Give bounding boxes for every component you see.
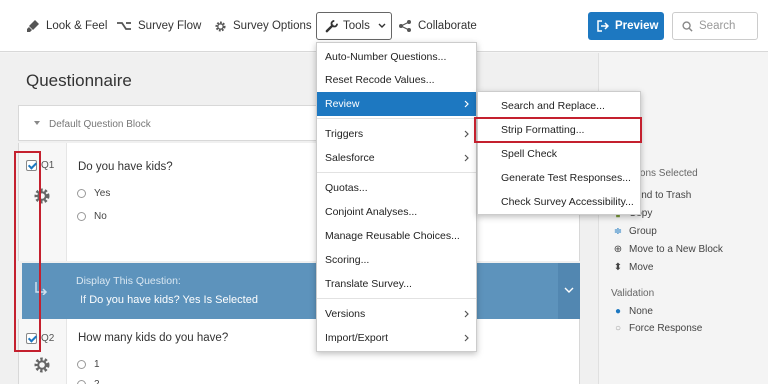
plus-circle-icon: ⊕ bbox=[613, 244, 623, 255]
radio-selected-icon[interactable]: ● bbox=[613, 306, 623, 317]
chevron-down-icon bbox=[378, 23, 386, 28]
choice-label: Yes bbox=[94, 188, 111, 199]
group-action[interactable]: ≑ Group bbox=[613, 226, 657, 237]
submenu-item-spell-check[interactable]: Spell Check bbox=[478, 142, 640, 166]
search-field[interactable] bbox=[672, 12, 758, 40]
display-logic-bar[interactable]: Display This Question: If Do you have ki… bbox=[22, 263, 580, 319]
choice-item[interactable]: Yes bbox=[77, 188, 110, 199]
tools-label: Tools bbox=[343, 20, 370, 32]
choice-item[interactable]: No bbox=[77, 211, 107, 222]
menu-item-reset-recode-values[interactable]: Reset Recode Values... bbox=[317, 68, 476, 92]
chevron-right-icon bbox=[464, 154, 469, 162]
menu-item-manage-reusable-choices[interactable]: Manage Reusable Choices... bbox=[317, 224, 476, 248]
chevron-right-icon bbox=[464, 130, 469, 138]
survey-flow-button[interactable]: Survey Flow bbox=[116, 16, 201, 36]
submenu-item-search-and-replace[interactable]: Search and Replace... bbox=[478, 94, 640, 118]
menu-divider bbox=[317, 118, 476, 119]
chevron-right-icon bbox=[464, 100, 469, 108]
action-label: Group bbox=[629, 226, 657, 237]
choice-item[interactable]: 2 bbox=[77, 379, 100, 384]
checkbox-highlight-annotation bbox=[14, 151, 41, 352]
strip-formatting-highlight-annotation bbox=[474, 117, 642, 143]
radio-button[interactable] bbox=[77, 380, 86, 384]
group-icon: ≑ bbox=[613, 226, 623, 237]
collapse-caret-icon[interactable] bbox=[34, 121, 40, 125]
look-and-feel-button[interactable]: Look & Feel bbox=[26, 16, 107, 36]
survey-flow-label: Survey Flow bbox=[138, 20, 202, 32]
share-icon bbox=[399, 20, 411, 32]
display-logic-condition-text: Do you have kids? Yes Is Selected bbox=[89, 294, 258, 306]
validation-label: Force Response bbox=[629, 323, 703, 334]
menu-item-import-export[interactable]: Import/Export bbox=[317, 326, 476, 350]
menu-item-triggers[interactable]: Triggers bbox=[317, 122, 476, 146]
question-q2[interactable]: Q2 How many kids do you have? 1 2 bbox=[18, 319, 580, 384]
choice-item[interactable]: 1 bbox=[77, 359, 100, 370]
menu-item-translate-survey[interactable]: Translate Survey... bbox=[317, 272, 476, 296]
page-title: Questionnaire bbox=[26, 71, 132, 90]
radio-button[interactable] bbox=[77, 189, 86, 198]
menu-divider bbox=[317, 298, 476, 299]
menu-item-salesforce[interactable]: Salesforce bbox=[317, 146, 476, 170]
move-action[interactable]: ⬍ Move bbox=[613, 262, 654, 273]
expand-logic-button[interactable] bbox=[558, 263, 580, 319]
submenu-item-generate-test-responses[interactable]: Generate Test Responses... bbox=[478, 166, 640, 190]
validation-heading: Validation bbox=[611, 288, 655, 299]
submenu-item-check-survey-accessibility[interactable]: Check Survey Accessibility... bbox=[478, 190, 640, 214]
radio-unselected-icon[interactable]: ○ bbox=[613, 323, 623, 334]
choice-label: No bbox=[94, 211, 107, 222]
choice-label: 2 bbox=[94, 379, 100, 384]
menu-item-review[interactable]: Review bbox=[317, 92, 476, 116]
validation-label: None bbox=[629, 306, 653, 317]
menu-divider bbox=[317, 172, 476, 173]
radio-button[interactable] bbox=[77, 212, 86, 221]
tools-dropdown-menu: Auto-Number Questions... Reset Recode Va… bbox=[316, 42, 477, 352]
preview-icon bbox=[597, 20, 609, 32]
preview-label: Preview bbox=[615, 20, 659, 32]
question-number: Q2 bbox=[41, 333, 55, 344]
gear-icon bbox=[215, 20, 226, 32]
gear-icon[interactable] bbox=[33, 356, 51, 374]
menu-item-versions[interactable]: Versions bbox=[317, 302, 476, 326]
validation-option-force-response[interactable]: ○ Force Response bbox=[613, 323, 702, 334]
action-label: Move to a New Block bbox=[629, 244, 723, 255]
display-logic-prefix: If bbox=[80, 294, 87, 306]
wrench-icon bbox=[325, 19, 338, 32]
question-number: Q1 bbox=[41, 160, 55, 171]
question-text[interactable]: Do you have kids? bbox=[78, 161, 173, 173]
paintbrush-icon bbox=[27, 20, 39, 32]
collaborate-button[interactable]: Collaborate bbox=[398, 16, 477, 36]
menu-item-auto-number-questions[interactable]: Auto-Number Questions... bbox=[317, 45, 476, 69]
display-logic-title: Display This Question: bbox=[76, 275, 181, 287]
menu-item-scoring[interactable]: Scoring... bbox=[317, 248, 476, 272]
menu-item-conjoint-analyses[interactable]: Conjoint Analyses... bbox=[317, 200, 476, 224]
question-text[interactable]: How many kids do you have? bbox=[78, 332, 228, 344]
survey-flow-icon bbox=[117, 22, 131, 30]
move-to-new-block-action[interactable]: ⊕ Move to a New Block bbox=[613, 244, 723, 255]
preview-button[interactable]: Preview bbox=[588, 12, 664, 40]
search-input[interactable] bbox=[699, 20, 755, 32]
look-and-feel-label: Look & Feel bbox=[46, 20, 108, 32]
chevron-right-icon bbox=[464, 310, 469, 318]
block-title: Default Question Block bbox=[49, 119, 151, 130]
survey-options-label: Survey Options bbox=[233, 20, 312, 32]
tools-button[interactable]: Tools bbox=[316, 12, 392, 40]
choice-label: 1 bbox=[94, 359, 100, 370]
action-label: Move bbox=[629, 262, 654, 273]
move-icon: ⬍ bbox=[613, 262, 623, 273]
survey-options-button[interactable]: Survey Options bbox=[214, 16, 312, 36]
chevron-down-icon bbox=[564, 287, 574, 293]
review-submenu: Search and Replace... Strip Formatting..… bbox=[477, 91, 641, 215]
collaborate-label: Collaborate bbox=[418, 20, 477, 32]
chevron-right-icon bbox=[464, 334, 469, 342]
validation-option-none[interactable]: ● None bbox=[613, 306, 653, 317]
search-icon bbox=[682, 20, 693, 32]
radio-button[interactable] bbox=[77, 360, 86, 369]
display-logic-condition: If Do you have kids? Yes Is Selected bbox=[80, 294, 258, 306]
menu-item-quotas[interactable]: Quotas... bbox=[317, 176, 476, 200]
